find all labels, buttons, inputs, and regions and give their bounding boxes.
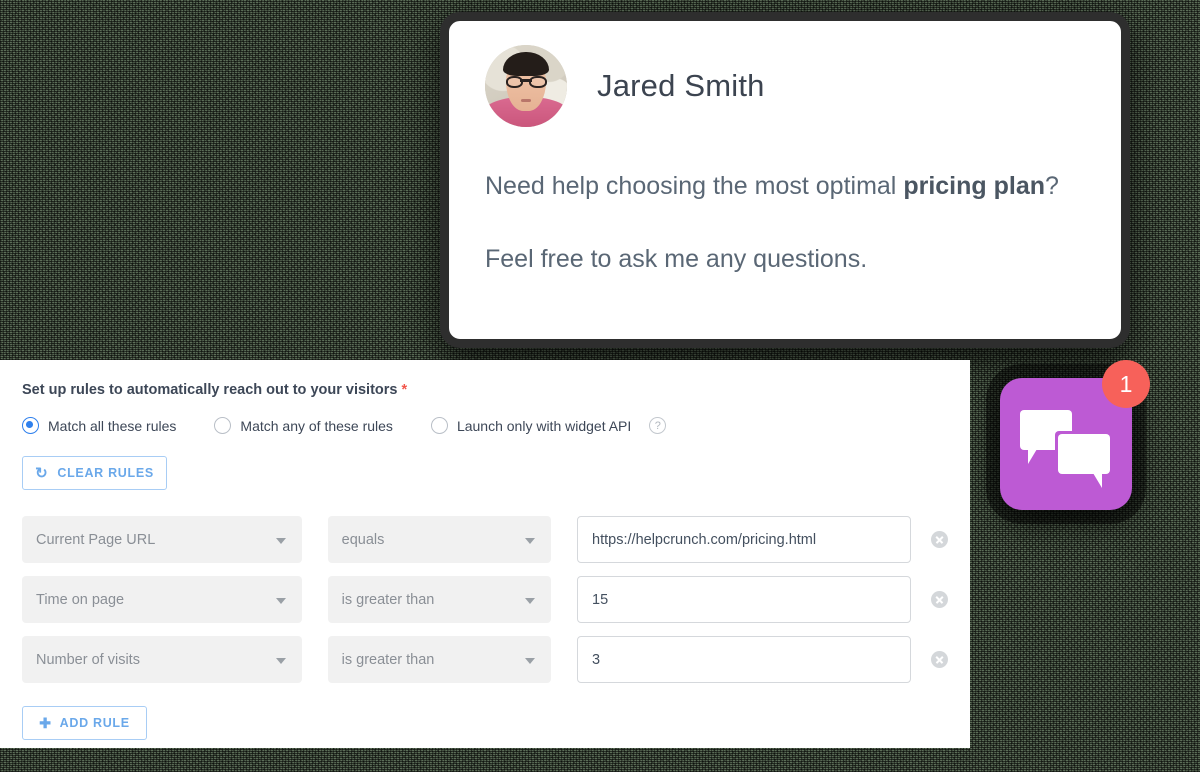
rule-condition-select[interactable]: is greater than (327, 576, 552, 623)
rule-condition-select[interactable]: equals (327, 516, 552, 563)
chevron-down-icon (275, 597, 286, 604)
rule-value-input[interactable] (577, 516, 911, 563)
rule-attribute-value: Time on page (36, 591, 125, 608)
radio-option-match-any[interactable]: Match any of these rules (214, 417, 393, 434)
rule-attribute-select[interactable]: Time on page (22, 576, 302, 623)
rule-value-input[interactable] (577, 636, 911, 683)
remove-rule-icon[interactable] (931, 591, 948, 608)
glasses-left-lens (505, 76, 524, 89)
remove-rule-icon[interactable] (931, 531, 948, 548)
chat-message-text-bold: pricing plan (903, 172, 1045, 200)
agent-name: Jared Smith (597, 68, 765, 103)
rule-condition-value: is greater than (341, 651, 435, 668)
rules-list: Current Page URL equals Time on page is … (22, 516, 948, 683)
glasses-bridge (520, 79, 532, 82)
chevron-down-icon (525, 657, 536, 664)
radio-label-widget-api: Launch only with widget API (456, 417, 632, 434)
rule-row: Number of visits is greater than (22, 636, 948, 683)
chat-message-text-prefix: Need help choosing the most optimal (485, 172, 904, 200)
rule-condition-select[interactable]: is greater than (327, 636, 552, 683)
add-rule-button[interactable]: ✚ ADD RULE (22, 706, 147, 740)
rules-panel: Set up rules to automatically reach out … (0, 360, 970, 748)
radio-option-match-all[interactable]: Match all these rules (22, 417, 176, 434)
radio-label-match-any: Match any of these rules (240, 417, 393, 434)
rule-condition-value: equals (341, 531, 385, 548)
radio-mark-widget-api[interactable] (430, 417, 448, 434)
chat-message-card: Jared Smith Need help choosing the most … (440, 12, 1130, 348)
glasses-right-lens (528, 76, 547, 89)
rule-row: Time on page is greater than (22, 576, 948, 623)
chat-card-header: Jared Smith (485, 45, 1087, 127)
avatar-mouth (521, 99, 531, 103)
match-mode-radio-group: Match all these rules Match any of these… (22, 417, 948, 434)
rule-attribute-select[interactable]: Current Page URL (22, 516, 302, 563)
chat-message-text-suffix: ? (1045, 172, 1059, 200)
clear-rules-label: CLEAR RULES (57, 466, 154, 480)
question-mark-icon[interactable]: ? (649, 417, 667, 434)
rule-attribute-select[interactable]: Number of visits (22, 636, 302, 683)
chevron-down-icon (275, 657, 286, 664)
required-marker: * (401, 382, 408, 398)
radio-option-widget-api[interactable]: Launch only with widget API ? (430, 417, 667, 434)
chat-message-line-2: Feel free to ask me any questions. (485, 245, 868, 273)
panel-title: Set up rules to automatically reach out … (22, 382, 948, 398)
rule-condition-value: is greater than (341, 591, 435, 608)
rule-attribute-value: Number of visits (36, 651, 140, 668)
chat-message-line-1: Need help choosing the most optimal pric… (485, 167, 1087, 206)
radio-mark-match-any[interactable] (214, 417, 232, 434)
clear-rules-button[interactable]: ↻ CLEAR RULES (22, 456, 167, 490)
unread-badge: 1 (1102, 360, 1150, 408)
remove-rule-icon[interactable] (931, 651, 948, 668)
chevron-down-icon (525, 537, 536, 544)
chevron-down-icon (275, 537, 286, 544)
chat-launcher-wrapper[interactable]: 1 (1000, 360, 1150, 510)
radio-mark-match-all[interactable] (22, 417, 39, 434)
avatar (485, 45, 567, 127)
panel-title-text: Set up rules to automatically reach out … (22, 382, 398, 398)
chevron-down-icon (525, 597, 536, 604)
chat-bubble-front-icon (1058, 434, 1110, 488)
rule-row: Current Page URL equals (22, 516, 948, 563)
add-rule-label: ADD RULE (59, 716, 130, 730)
radio-label-match-all: Match all these rules (48, 417, 177, 434)
rule-attribute-value: Current Page URL (36, 531, 156, 548)
glasses-icon (505, 76, 547, 89)
rule-value-input[interactable] (577, 576, 911, 623)
reset-arrow-icon: ↻ (35, 464, 49, 482)
plus-icon: ✚ (39, 715, 52, 731)
